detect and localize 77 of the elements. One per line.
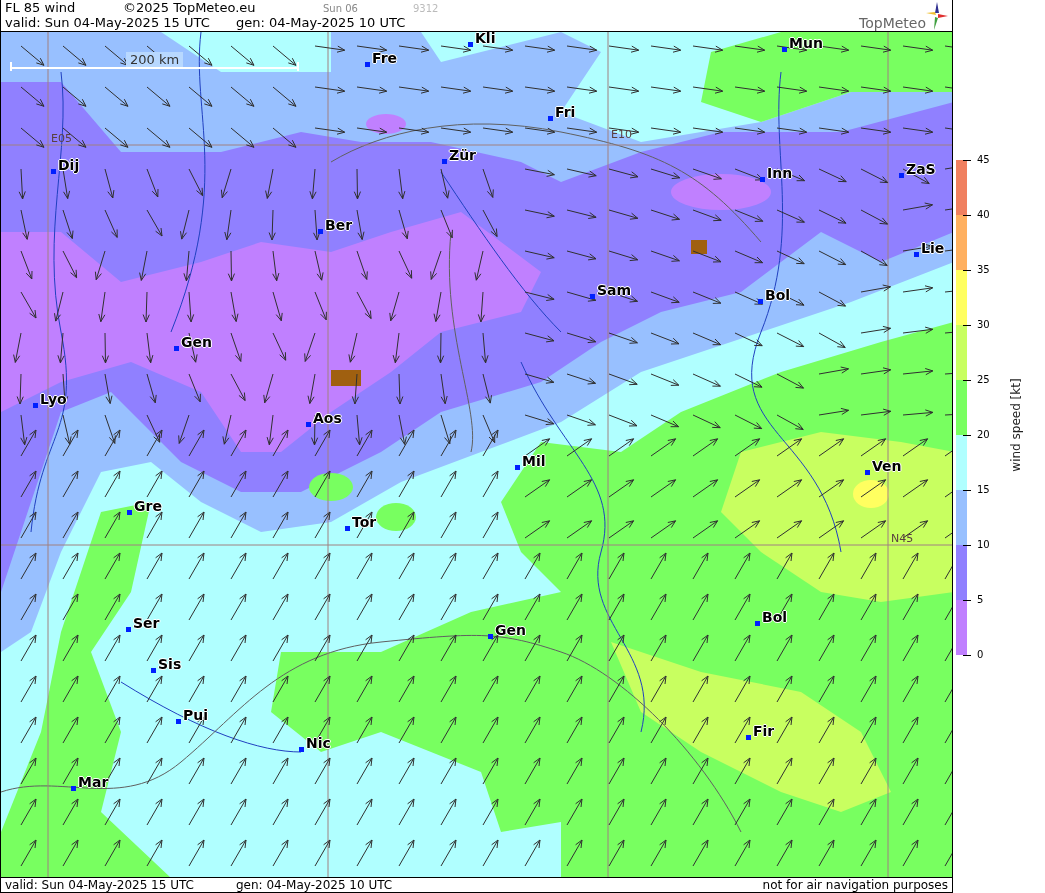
city-marker-icon <box>746 734 751 740</box>
generated-time: gen: 04-May-2025 10 UTC <box>236 878 393 892</box>
city-marker-icon <box>899 172 904 178</box>
city-marker-icon <box>126 626 131 632</box>
scale-tick-label: 45 <box>963 155 990 165</box>
city-label: Dij <box>58 157 80 172</box>
city-label: Sam <box>597 282 632 297</box>
city-marker-icon <box>345 525 350 531</box>
scale-tick-label: 5 <box>963 595 984 605</box>
city-label: Nic <box>306 735 331 750</box>
city-label: Fre <box>372 50 398 65</box>
valid-time: valid: Sun 04-May-2025 15 UTC <box>5 15 211 30</box>
scale-tick-label: 25 <box>963 375 990 385</box>
chart-title: FL 85 wind <box>5 0 77 15</box>
city-label: Inn <box>767 165 793 180</box>
city-marker-icon <box>468 41 473 47</box>
grid-label: N45 <box>891 531 914 545</box>
city-label: Lie <box>921 240 945 255</box>
logo-text: TopMeteo <box>859 16 926 30</box>
city-marker-icon <box>782 46 787 52</box>
city-label: Fir <box>753 723 775 738</box>
city-marker-icon <box>33 402 38 408</box>
scale-tick-label: 40 <box>963 210 990 220</box>
scale-tick-label: 35 <box>963 265 990 275</box>
compass-star-icon <box>926 2 948 30</box>
city-label: Gen <box>495 622 526 637</box>
scale-tick-label: 15 <box>963 485 990 495</box>
city-label: Mar <box>78 774 109 789</box>
city-label: Sis <box>158 656 182 671</box>
copyright-text: ©2025 TopMeteo.eu <box>123 0 257 15</box>
city-marker-icon <box>442 158 447 164</box>
city-label: Ber <box>325 217 353 232</box>
city-marker-icon <box>318 228 323 234</box>
grid-label: E10 <box>611 127 632 141</box>
scale-tick-label: 20 <box>963 430 990 440</box>
scale-tick-label: 0 <box>963 650 984 660</box>
city-label: Mun <box>789 35 823 50</box>
city-label: Ser <box>133 615 160 630</box>
legend-title: wind speed [kt] <box>1009 378 1023 472</box>
city-marker-icon <box>299 746 304 752</box>
city-marker-icon <box>71 785 76 791</box>
city-label: Bol <box>765 287 791 302</box>
scale-tick-label: 30 <box>963 320 990 330</box>
city-label: Ven <box>872 458 902 473</box>
city-marker-icon <box>306 421 311 427</box>
city-marker-icon <box>176 718 181 724</box>
city-label: Bol <box>762 609 788 624</box>
city-label: Aos <box>313 410 342 425</box>
city-marker-icon <box>758 298 763 304</box>
city-marker-icon <box>365 61 370 67</box>
city-label: Kli <box>475 31 496 45</box>
city-marker-icon <box>51 168 56 174</box>
city-marker-icon <box>590 293 595 299</box>
city-label: Gen <box>181 334 212 349</box>
city-marker-icon <box>127 509 132 515</box>
city-marker-icon <box>515 464 520 470</box>
city-marker-icon <box>174 345 179 351</box>
city-marker-icon <box>760 176 765 182</box>
generated-time: gen: 04-May-2025 10 UTC <box>236 15 406 30</box>
city-marker-icon <box>755 620 760 626</box>
disclaimer-text: not for air navigation purposes <box>762 878 948 892</box>
city-marker-icon <box>914 251 919 257</box>
valid-time: valid: Sun 04-May-2025 15 UTC <box>5 878 195 892</box>
city-marker-icon <box>488 633 493 639</box>
city-marker-icon <box>865 469 870 475</box>
city-label: Fri <box>555 104 576 119</box>
grid-label: E05 <box>51 131 72 145</box>
city-marker-icon <box>151 667 156 673</box>
city-label: Tor <box>352 514 377 529</box>
city-marker-icon <box>548 115 553 121</box>
scale-tick-label: 10 <box>963 540 990 550</box>
run-day-text: Sun 06 <box>323 2 359 16</box>
code-text: 9312 <box>413 2 439 16</box>
city-label: Pui <box>183 707 209 722</box>
city-label: Gre <box>134 498 162 513</box>
city-label: ZaS <box>906 161 936 176</box>
city-label: Zür <box>449 147 477 162</box>
